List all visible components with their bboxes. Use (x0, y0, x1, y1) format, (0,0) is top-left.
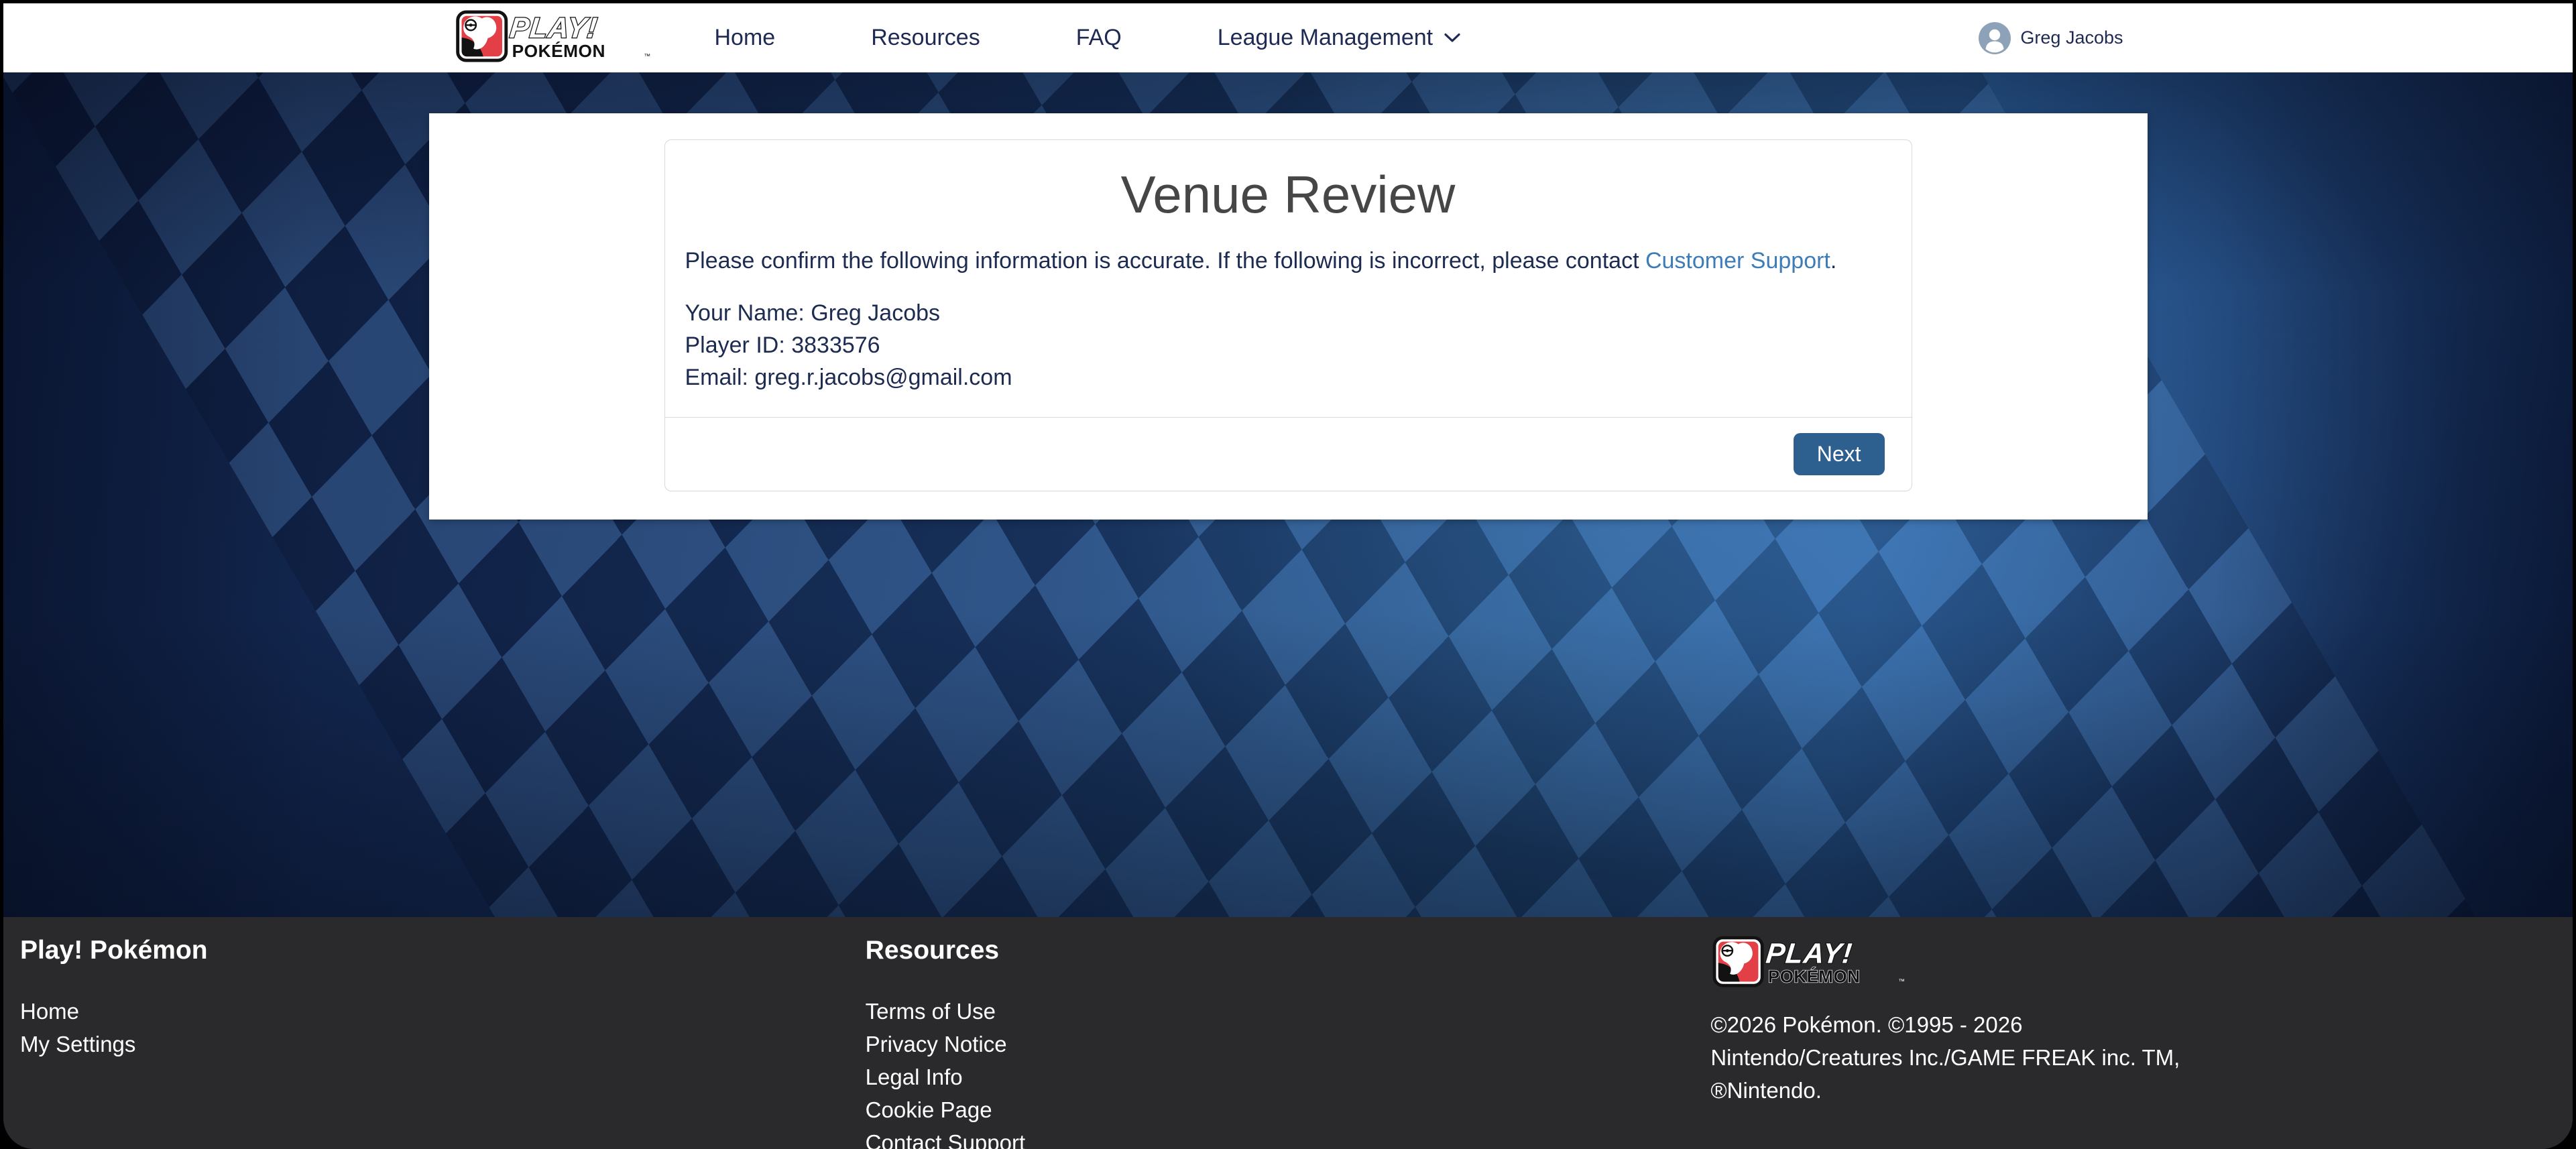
nav-item-label: Home (715, 25, 776, 51)
logo-play-text: PLAY! (1765, 938, 1855, 969)
footer-column-title: Resources (866, 936, 1711, 965)
main-content-area: Venue Review Please confirm the followin… (3, 72, 2573, 917)
next-button[interactable]: Next (1794, 433, 1885, 475)
copyright-line-2: Nintendo/Creatures Inc./GAME FREAK inc. … (1710, 1041, 2556, 1074)
player-id-label: Player ID: (685, 332, 785, 358)
confirmation-text-after: . (1830, 248, 1836, 274)
header-container: PLAY! POKÉMON ™ Home Resources FAQ Leagu… (429, 3, 2148, 72)
top-nav-bar: PLAY! POKÉMON ™ Home Resources FAQ Leagu… (3, 3, 2573, 72)
email-label: Email: (685, 365, 748, 390)
nav-item-faq[interactable]: FAQ (1076, 25, 1122, 51)
nav-item-resources[interactable]: Resources (871, 25, 980, 51)
footer-column-resources: Resources Terms of Use Privacy Notice Le… (866, 936, 1711, 1149)
player-id-field: Player ID: 3833576 (685, 329, 1891, 361)
user-menu[interactable]: Greg Jacobs (1979, 22, 2123, 54)
play-pokemon-logo-graphic: PLAY! POKÉMON ™ (453, 10, 654, 62)
logo-pokemon-text: POKÉMON (512, 41, 605, 61)
nav-item-label: League Management (1218, 25, 1433, 51)
confirmation-message: Please confirm the following information… (685, 248, 1891, 274)
nav-item-label: FAQ (1076, 25, 1122, 51)
email-value: greg.r.jacobs@gmail.com (754, 365, 1012, 390)
logo-tm-mark: ™ (1899, 978, 1906, 985)
footer-link-contact-support[interactable]: Contact Support (866, 1130, 1025, 1149)
card-footer: Next (665, 417, 1912, 491)
play-pokemon-logo-graphic: PLAY! POKÉMON ™ (1710, 936, 1908, 987)
play-pokemon-logo[interactable]: PLAY! POKÉMON ™ (453, 10, 654, 66)
your-name-field: Your Name: Greg Jacobs (685, 297, 1891, 329)
logo-play-text: PLAY! (508, 12, 599, 44)
footer-column-play-pokemon: Play! Pokémon Home My Settings (20, 936, 866, 1149)
content-panel: Venue Review Please confirm the followin… (429, 113, 2148, 520)
venue-review-card-body: Venue Review Please confirm the followin… (665, 140, 1912, 417)
logo-tm-mark: ™ (644, 53, 650, 60)
footer-link-cookie-page[interactable]: Cookie Page (866, 1097, 992, 1122)
footer-link-my-settings[interactable]: My Settings (20, 1032, 135, 1056)
venue-review-card: Venue Review Please confirm the followin… (664, 139, 1912, 491)
logo-pokemon-text: POKÉMON (1768, 966, 1861, 986)
confirmation-text-before: Please confirm the following information… (685, 248, 1645, 274)
copyright-line-1: ©2026 Pokémon. ©1995 - 2026 (1710, 1008, 2556, 1041)
user-name: Greg Jacobs (2020, 27, 2123, 48)
chevron-down-icon (1444, 32, 1461, 44)
customer-support-link[interactable]: Customer Support (1645, 248, 1830, 274)
your-name-value: Greg Jacobs (811, 300, 940, 326)
page-title: Venue Review (685, 164, 1891, 225)
your-name-label: Your Name: (685, 300, 805, 326)
copyright-line-3: ®Nintendo. (1710, 1074, 2556, 1107)
nav-item-home[interactable]: Home (715, 25, 776, 51)
footer-column-title: Play! Pokémon (20, 936, 866, 965)
footer-link-legal-info[interactable]: Legal Info (866, 1065, 963, 1089)
avatar-icon (1979, 22, 2011, 54)
email-field: Email: greg.r.jacobs@gmail.com (685, 361, 1891, 394)
nav-item-label: Resources (871, 25, 980, 51)
main-nav: Home Resources FAQ League Management (715, 25, 1462, 51)
player-id-value: 3833576 (791, 332, 880, 358)
footer-column-legal: PLAY! POKÉMON ™ ©2026 Pokémon. ©1995 - 2… (1710, 936, 2556, 1149)
page-window: PLAY! POKÉMON ™ Home Resources FAQ Leagu… (3, 3, 2573, 1149)
footer-play-pokemon-logo: PLAY! POKÉMON ™ (1710, 936, 2556, 991)
page-footer: Play! Pokémon Home My Settings Resources… (3, 917, 2573, 1149)
nav-item-league-management[interactable]: League Management (1218, 25, 1461, 51)
footer-link-privacy-notice[interactable]: Privacy Notice (866, 1032, 1007, 1056)
footer-link-terms-of-use[interactable]: Terms of Use (866, 999, 996, 1024)
footer-link-home[interactable]: Home (20, 999, 79, 1024)
